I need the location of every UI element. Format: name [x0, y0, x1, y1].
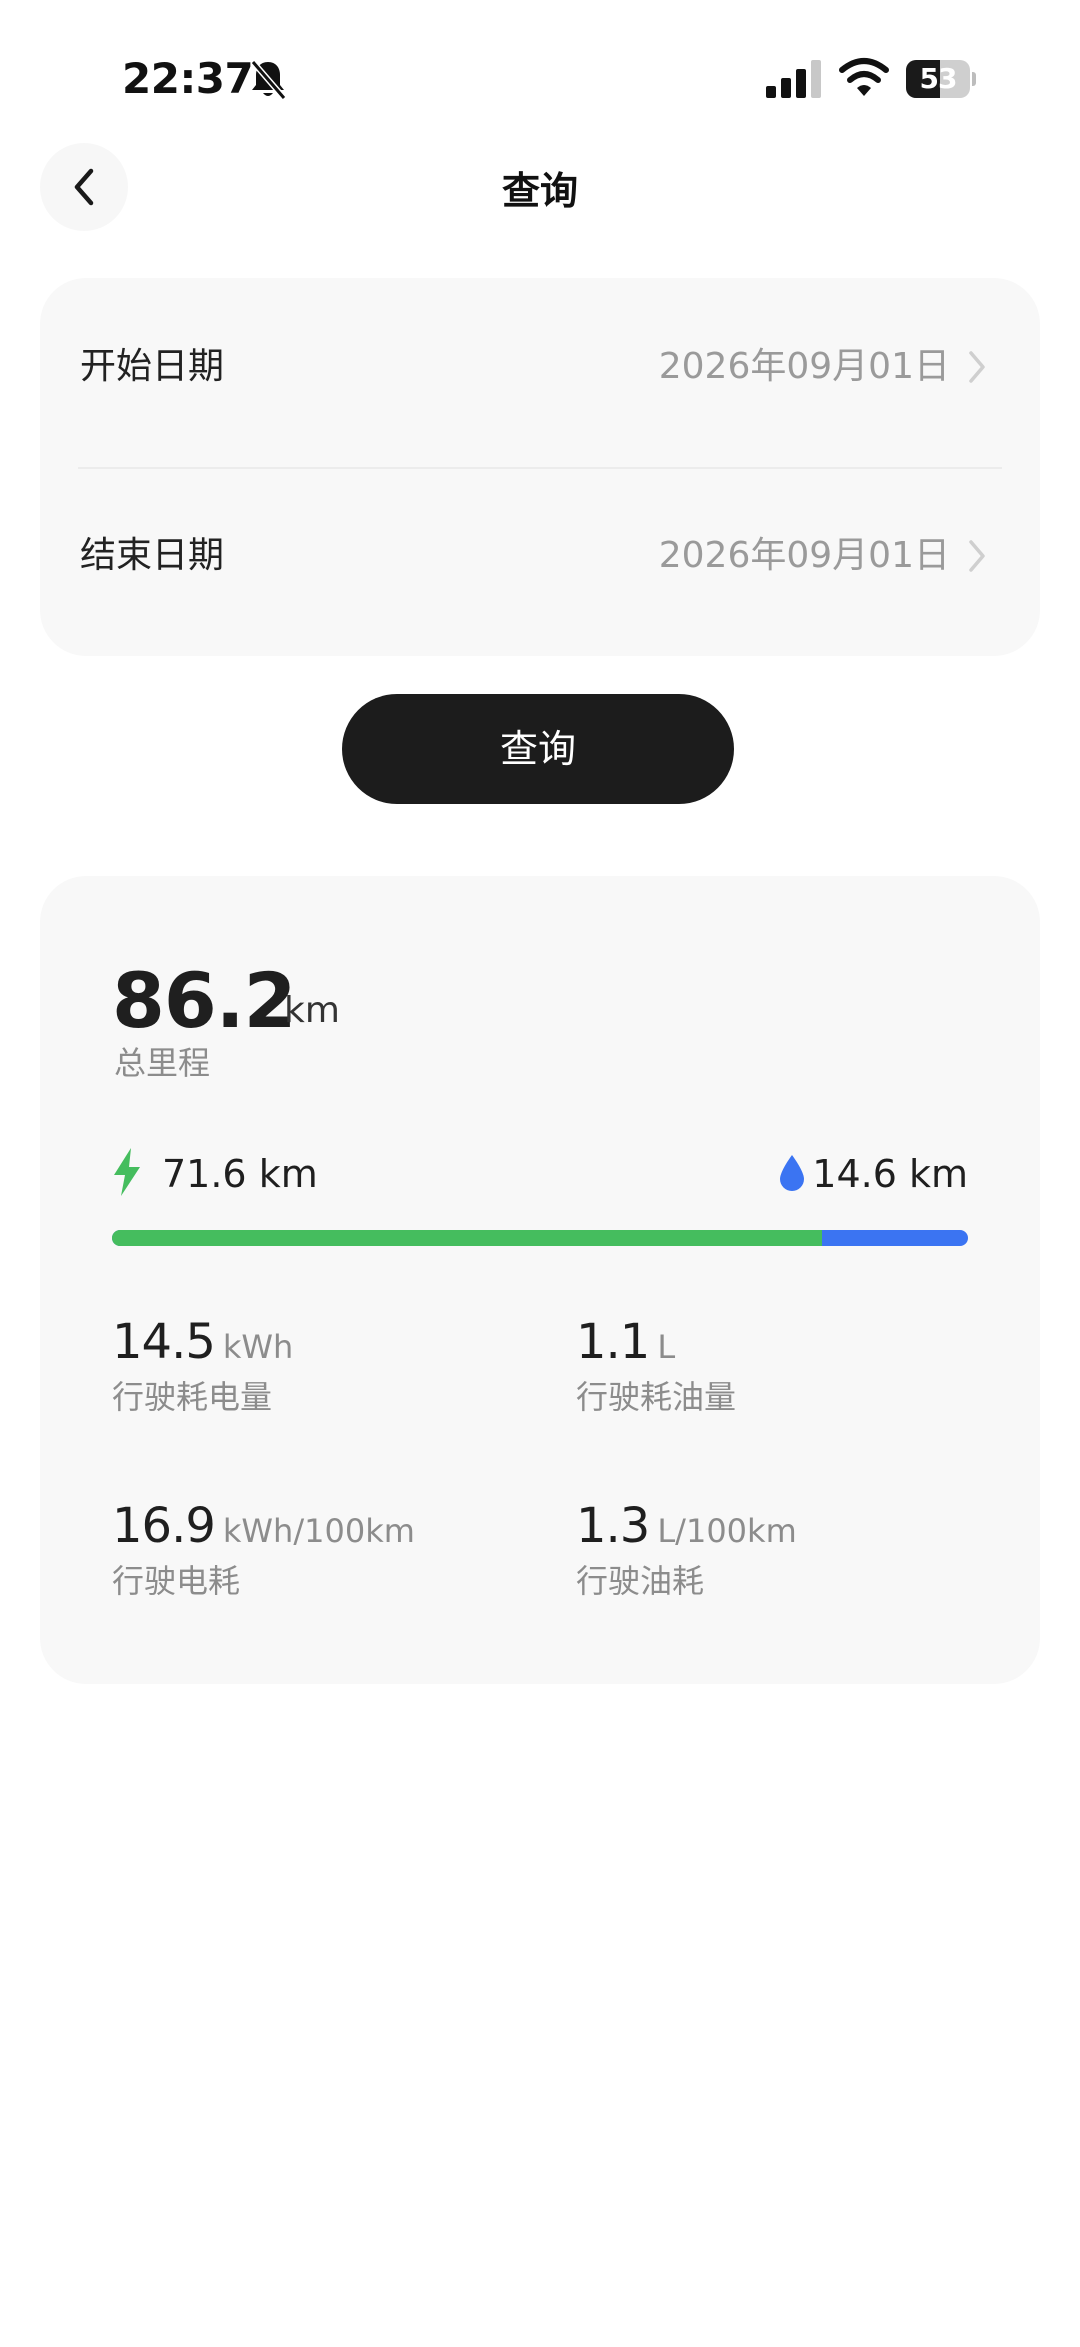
lightning-bolt-icon [114, 1148, 140, 1196]
screen: 22:37 53 查询 开始日期 2026年09月01日 结束日期 2026年0… [0, 0, 1080, 2347]
mileage-mix-bar [112, 1230, 968, 1246]
metric-energy-consumed: 14.5 kWh 行驶耗电量 [112, 1314, 293, 1418]
metric-fuel-consumed: 1.1 L 行驶耗油量 [576, 1314, 736, 1418]
end-date-label: 结束日期 [80, 535, 225, 576]
fuel-drop-icon [780, 1155, 804, 1191]
metric-label: 行驶油耗 [576, 1562, 705, 1600]
date-range-card: 开始日期 2026年09月01日 结束日期 2026年09月01日 [40, 278, 1040, 656]
bell-slash-icon [250, 60, 287, 100]
battery-cap [972, 72, 976, 86]
chevron-right-icon [969, 540, 985, 572]
start-date-label: 开始日期 [80, 346, 225, 387]
total-mileage-value: 86.2 [112, 956, 297, 1045]
metric-unit: L/100km [657, 1512, 797, 1550]
metric-label: 行驶耗油量 [576, 1378, 737, 1416]
total-mileage-unit: km [284, 990, 340, 1031]
battery-body: 53 [906, 60, 970, 98]
metric-unit: L [657, 1328, 676, 1366]
electric-mileage-value: 71.6 km [162, 1152, 318, 1196]
metric-fuel-rate: 1.3 L/100km 行驶油耗 [576, 1498, 797, 1602]
battery-level-text: 53 [919, 62, 958, 95]
mileage-stats-card: 86.2 km 总里程 71.6 km 14.6 km 14.5 kWh 行驶耗电… [40, 876, 1040, 1684]
metric-label: 行驶电耗 [112, 1562, 241, 1600]
metric-unit: kWh [222, 1328, 294, 1366]
start-date-value: 2026年09月01日 [658, 346, 950, 387]
metric-value: 16.9 [112, 1498, 216, 1554]
cellular-signal-icon [766, 60, 821, 98]
metric-value: 14.5 [112, 1314, 216, 1370]
page-title: 查询 [501, 169, 578, 213]
total-mileage-label: 总里程 [114, 1044, 211, 1082]
metric-unit: kWh/100km [222, 1512, 415, 1550]
metric-label: 行驶耗电量 [112, 1378, 273, 1416]
metric-energy-rate: 16.9 kWh/100km 行驶电耗 [112, 1498, 415, 1602]
end-date-row[interactable]: 结束日期 2026年09月01日 [40, 467, 1040, 645]
wifi-icon [839, 58, 889, 96]
battery-icon: 53 [906, 60, 976, 98]
chevron-right-icon [969, 351, 985, 383]
end-date-value: 2026年09月01日 [658, 535, 950, 576]
electric-share-fill [112, 1230, 823, 1246]
metric-value: 1.3 [576, 1498, 650, 1554]
start-date-row[interactable]: 开始日期 2026年09月01日 [40, 278, 1040, 456]
fuel-mileage-value: 14.6 km [812, 1152, 968, 1196]
query-button[interactable]: 查询 [342, 694, 734, 804]
metric-value: 1.1 [576, 1314, 650, 1370]
status-time: 22:37 [122, 54, 254, 103]
